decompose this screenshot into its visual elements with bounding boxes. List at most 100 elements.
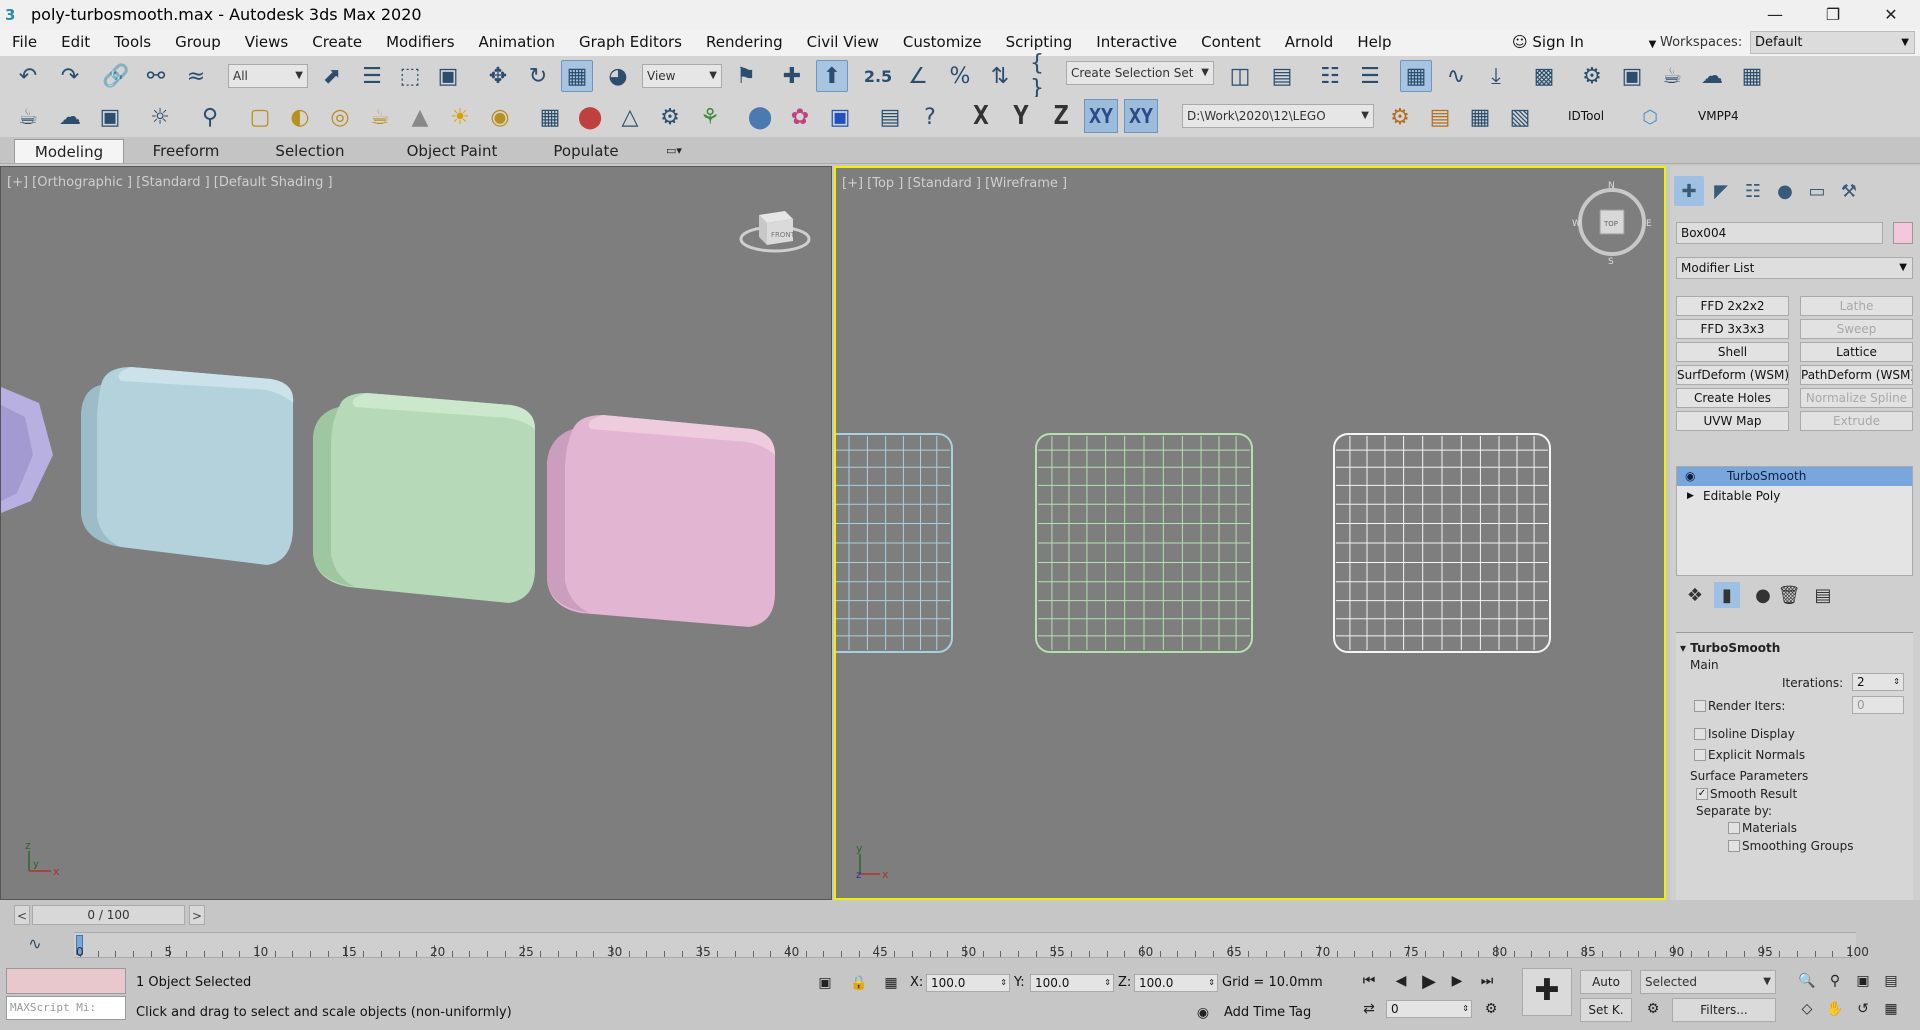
viewport-orthographic[interactable]: [+] [Orthographic ] [Standard ] [Default… [0,166,832,900]
render-iters-checkbox[interactable] [1694,700,1706,712]
maximize-viewport-icon[interactable]: ▦ [1880,998,1902,1020]
place-icon[interactable]: ◕ [602,60,634,92]
render-shortcuts-icon[interactable]: ▦ [1736,60,1768,92]
absolute-mode-icon[interactable]: ▦ [880,972,902,994]
pivot-center-icon[interactable]: ⚑ [730,60,762,92]
utilities-tab-icon[interactable]: ⚒ [1834,176,1864,206]
set-key-big-icon[interactable]: ✚ [1522,968,1572,1016]
expand-arrow-icon[interactable]: ▶ [1687,487,1694,506]
align-icon[interactable]: ▤ [1266,60,1298,92]
keyboard-shortcut-override-icon[interactable]: ⬆ [816,60,848,92]
smoothing-groups-checkbox[interactable] [1728,840,1740,852]
menu-rendering[interactable]: Rendering [694,29,795,56]
select-by-name-icon[interactable]: ☰ [356,60,388,92]
percent-snap-icon[interactable]: % [944,60,976,92]
modifier-button-sweep[interactable]: Sweep [1800,319,1913,339]
export-icon[interactable]: ▧ [1504,101,1536,133]
explicit-normals-checkbox[interactable] [1694,749,1706,761]
current-frame-field[interactable]: 0 ⇕ [1386,1000,1472,1018]
pan-hand-icon[interactable]: ✋ [1824,998,1846,1020]
network-icon[interactable]: △ [614,101,646,133]
iterations-spinner[interactable]: 2 ⇕ [1852,673,1904,691]
menu-create[interactable]: Create [300,29,374,56]
key-filters-icon[interactable]: ⚙ [1642,998,1664,1020]
zoom-all-icon[interactable]: ⚲ [1824,970,1846,992]
time-tag-icon[interactable]: ◉ [1192,1002,1214,1024]
workspace-dropdown[interactable]: Default ▼ [1750,31,1915,54]
cloud-icon[interactable]: ☁ [54,101,86,133]
unlink-icon[interactable]: ⚯ [140,60,172,92]
modifier-button-ffd-2x2x2[interactable]: FFD 2x2x2 [1676,296,1789,316]
key-mode-toggle-icon[interactable]: ⇄ [1358,998,1380,1020]
sign-in-button[interactable]: ☺ Sign In ▼ [1512,29,1656,58]
stack-item-turbosmooth[interactable]: ◉ TurboSmooth [1677,467,1912,486]
cascade-icon[interactable]: ▦ [1464,101,1496,133]
tab-object-paint[interactable]: Object Paint [396,139,508,163]
render-production-icon[interactable]: ☕ [1656,60,1688,92]
menu-tools[interactable]: Tools [102,29,163,56]
modifier-button-extrude[interactable]: Extrude [1800,411,1913,431]
lock-icon[interactable]: 🔒 [848,972,870,994]
torus-icon[interactable]: ◎ [324,101,356,133]
edit-named-selection-icon[interactable]: { } [1030,51,1062,101]
hexagon-icon[interactable]: ⬡ [1634,101,1666,133]
mirror-icon[interactable]: ◫ [1224,60,1256,92]
scale-icon[interactable]: ▦ [561,60,593,92]
create-tab-icon[interactable]: ✚ [1674,176,1704,206]
menu-file[interactable]: File [0,29,49,56]
render-frame-icon[interactable]: ▣ [94,101,126,133]
curve-editor-mini-icon[interactable]: ∿ [22,930,48,956]
modifier-button-shell[interactable]: Shell [1676,342,1789,362]
sun-icon[interactable]: ☀ [444,101,476,133]
viewcube-compass[interactable]: TOP N S W E [1572,181,1652,267]
tab-selection[interactable]: Selection [262,139,358,163]
time-configuration-icon[interactable]: ⚙ [1480,998,1502,1020]
modifier-button-uvw-map[interactable]: UVW Map [1676,411,1789,431]
modifier-button-surfdeform-wsm[interactable]: SurfDeform (WSM) [1676,365,1789,385]
rendered-frame-window-icon[interactable]: ▣ [1616,60,1648,92]
help-icon[interactable]: ? [914,101,946,133]
axis-y-button[interactable]: Y [1004,99,1038,133]
menu-views[interactable]: Views [233,29,300,56]
material-editor-icon[interactable]: ▩ [1528,60,1560,92]
y-coordinate-field[interactable]: 100.0 ⇕ [1030,974,1114,992]
add-time-tag-button[interactable]: Add Time Tag [1224,1005,1311,1020]
idtool-button[interactable]: IDTool [1568,109,1604,123]
modifier-button-create-holes[interactable]: Create Holes [1676,388,1789,408]
batch-render-icon[interactable]: ▤ [874,101,906,133]
render-setup-icon[interactable]: ⚙ [1576,60,1608,92]
previous-frame-icon[interactable]: ◀ [1390,970,1412,992]
spinner-snap-icon[interactable]: ⇅ [984,60,1016,92]
toggle-ribbon-icon[interactable]: ▦ [1400,60,1432,92]
ribbon-options-icon[interactable]: ▭▾ [656,139,692,163]
render-in-cloud-icon[interactable]: ☁ [1696,60,1728,92]
go-to-start-icon[interactable]: ⏮ [1358,970,1380,992]
modifier-button-normalize-spline[interactable]: Normalize Spline [1800,388,1913,408]
auto-key-button[interactable]: Auto [1580,970,1632,994]
viewcube[interactable]: FRONT [739,211,811,253]
axis-x-button[interactable]: X [964,99,998,133]
menu-animation[interactable]: Animation [467,29,567,56]
menu-customize[interactable]: Customize [891,29,994,56]
motion-tab-icon[interactable]: ● [1770,176,1800,206]
menu-help[interactable]: Help [1345,29,1403,56]
hierarchy-tab-icon[interactable]: ☷ [1738,176,1768,206]
zoom-extents-all-icon[interactable]: ▤ [1880,970,1902,992]
object-name-field[interactable]: Box004 [1676,222,1883,244]
teapot-primitive-icon[interactable]: ☕ [364,101,396,133]
orbit-icon[interactable]: ↺ [1852,998,1874,1020]
menu-arnold[interactable]: Arnold [1273,29,1346,56]
configure-modifier-sets-icon[interactable]: ▤ [1810,582,1836,608]
select-manipulate-icon[interactable]: ✚ [776,60,808,92]
folder-icon[interactable]: ▤ [1424,101,1456,133]
rollout-title[interactable]: ▾ TurboSmooth [1680,641,1780,655]
selection-filter-dropdown[interactable]: All ▼ [228,64,308,88]
x-coordinate-field[interactable]: 100.0 ⇕ [926,974,1010,992]
tab-freeform[interactable]: Freeform [138,139,234,163]
material-ball-icon[interactable]: ⬤ [744,101,776,133]
render-iters-spinner[interactable]: 0 [1852,696,1904,714]
gear-icon[interactable]: ⚙ [654,101,686,133]
curve-editor-icon[interactable]: ∿ [1440,60,1472,92]
isolate-selection-icon[interactable]: ▣ [814,972,836,994]
menu-content[interactable]: Content [1189,29,1273,56]
